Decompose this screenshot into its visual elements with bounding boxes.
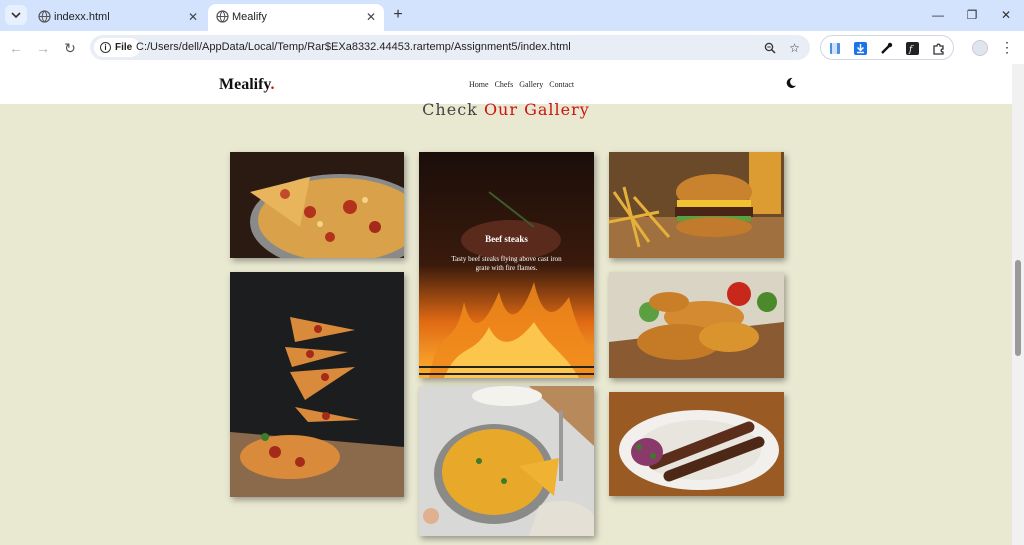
nav-contact-link[interactable]: Contact <box>549 80 574 89</box>
close-tab-icon[interactable]: ✕ <box>188 10 198 24</box>
new-tab-button[interactable]: + <box>388 5 408 25</box>
zoom-icon[interactable] <box>762 40 777 55</box>
site-logo[interactable]: Mealify. <box>219 76 275 94</box>
close-window-icon[interactable]: ✕ <box>996 6 1016 24</box>
eyedropper-extension-icon[interactable] <box>879 41 894 56</box>
fried-chicken-photo <box>609 272 784 378</box>
minimize-icon[interactable]: — <box>928 6 948 24</box>
bookmark-star-icon[interactable]: ☆ <box>787 40 802 55</box>
info-icon: i <box>100 42 111 53</box>
close-tab-icon[interactable]: ✕ <box>366 10 376 24</box>
dark-mode-moon-icon[interactable] <box>785 77 797 89</box>
gallery-image-kebab[interactable] <box>609 392 784 496</box>
tab-title: Mealify <box>232 11 267 23</box>
tab-title: indexx.html <box>54 11 110 23</box>
nav-chefs-link[interactable]: Chefs <box>495 80 514 89</box>
reload-icon[interactable]: ↻ <box>61 39 79 57</box>
globe-icon <box>38 10 51 23</box>
gallery-image-omelette[interactable] <box>419 386 594 536</box>
globe-icon <box>216 10 229 23</box>
extensions-group: f <box>820 35 954 60</box>
url-text[interactable]: C:/Users/dell/AppData/Local/Temp/Rar$EXa… <box>136 41 571 53</box>
menu-kebab-icon[interactable]: ⋮ <box>1000 39 1014 56</box>
nav-home-link[interactable]: Home <box>469 80 489 89</box>
scrollbar-thumb[interactable] <box>1015 260 1021 356</box>
gallery-hover-title: Beef steaks <box>485 234 528 244</box>
font-extension-icon[interactable]: f <box>905 41 920 56</box>
chevron-down-icon <box>11 12 21 19</box>
flying-pizza-slices-photo <box>230 272 404 497</box>
gallery-hover-description: Tasty beef steaks flying above cast iron… <box>451 255 562 273</box>
pizza-photo <box>230 152 404 258</box>
download-extension-icon[interactable] <box>853 41 868 56</box>
profile-avatar[interactable] <box>972 40 988 56</box>
tab-search-button[interactable] <box>5 5 27 25</box>
gallery-image-burger[interactable] <box>609 152 784 258</box>
browser-toolbar: ← → ↻ i File C:/Users/dell/AppData/Local… <box>0 31 1024 64</box>
gallery-image-fried-chicken[interactable] <box>609 272 784 378</box>
kebab-plate-photo <box>609 392 784 496</box>
site-header: Mealify. Home Chefs Gallery Contact <box>0 64 1012 104</box>
address-bar[interactable]: i File C:/Users/dell/AppData/Local/Temp/… <box>90 35 810 60</box>
title-part-b: Our Gallery <box>483 100 590 119</box>
reader-extension-icon[interactable] <box>827 41 842 56</box>
forward-arrow-icon[interactable]: → <box>34 39 52 57</box>
tab-indexx[interactable]: indexx.html ✕ <box>30 4 206 31</box>
logo-dot: . <box>270 76 275 93</box>
site-chip-label: File <box>115 42 133 53</box>
gallery-image-flying-pizza[interactable] <box>230 272 404 497</box>
gallery-image-pizza[interactable] <box>230 152 404 258</box>
browser-tab-bar: indexx.html ✕ Mealify ✕ + — ❐ ✕ <box>0 0 1024 31</box>
puzzle-extensions-icon[interactable] <box>931 41 946 56</box>
page-scrollbar[interactable] <box>1012 64 1024 545</box>
tab-mealify[interactable]: Mealify ✕ <box>208 4 384 31</box>
nav-gallery-link[interactable]: Gallery <box>519 80 543 89</box>
site-nav: Home Chefs Gallery Contact <box>469 80 574 89</box>
omelette-pan-photo <box>419 386 594 536</box>
site-info-chip[interactable]: i File <box>94 38 141 57</box>
burger-fries-photo <box>609 152 784 258</box>
logo-text: Mealify <box>219 76 271 93</box>
back-arrow-icon[interactable]: ← <box>7 39 25 57</box>
title-part-a: Check <box>422 100 484 119</box>
gallery-image-beef-steaks[interactable]: Beef steaks Tasty beef steaks flying abo… <box>419 152 594 378</box>
gallery-section-title: Check Our Gallery <box>0 100 1012 119</box>
restore-icon[interactable]: ❐ <box>962 6 982 24</box>
